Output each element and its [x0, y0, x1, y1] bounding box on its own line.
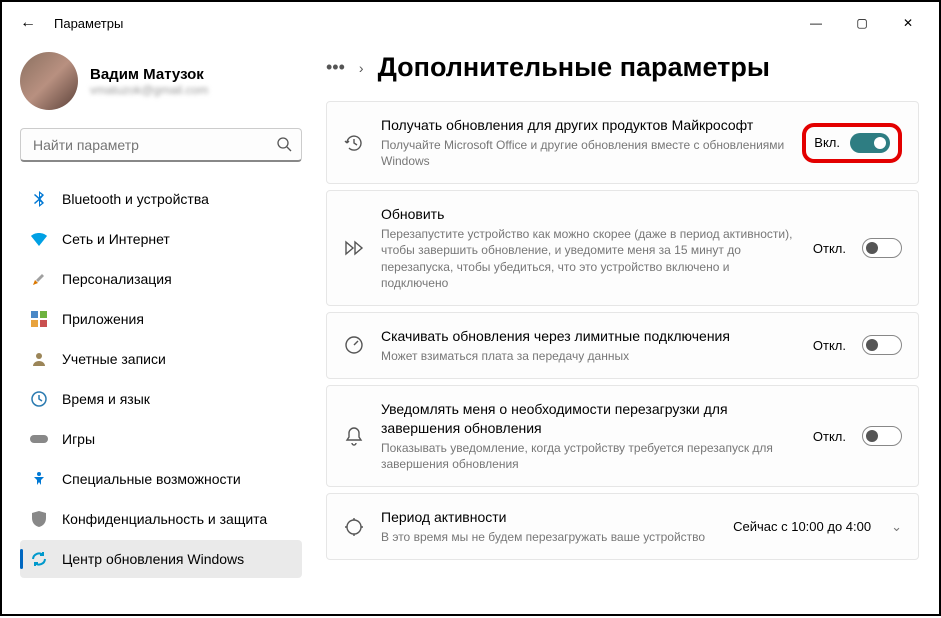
time-icon: [30, 390, 48, 408]
search-icon: [276, 136, 292, 157]
account-icon: [30, 350, 48, 368]
setting-card-metered: Скачивать обновления через лимитные подк…: [326, 312, 919, 379]
toggle-switch[interactable]: [862, 426, 902, 446]
sidebar-item-label: Центр обновления Windows: [62, 551, 244, 567]
chevron-right-icon: ›: [359, 60, 364, 76]
active-hours-icon: [343, 516, 365, 538]
sidebar-item-gaming[interactable]: Игры: [20, 420, 302, 458]
setting-subtitle: Получайте Microsoft Office и другие обно…: [381, 137, 786, 169]
sidebar-item-apps[interactable]: Приложения: [20, 300, 302, 338]
sidebar-item-label: Конфиденциальность и защита: [62, 511, 267, 527]
sidebar-item-accessibility[interactable]: Специальные возможности: [20, 460, 302, 498]
apps-icon: [30, 310, 48, 328]
setting-subtitle: В это время мы не будем перезагружать ва…: [381, 529, 717, 545]
toggle-state-label: Откл.: [813, 429, 846, 444]
avatar: [20, 52, 78, 110]
maximize-button[interactable]: ▢: [839, 7, 885, 39]
sidebar-item-personalization[interactable]: Персонализация: [20, 260, 302, 298]
main-content: ••• › Дополнительные параметры Получать …: [312, 44, 939, 618]
toggle-state-label: Откл.: [813, 241, 846, 256]
brush-icon: [30, 270, 48, 288]
setting-title: Обновить: [381, 205, 797, 224]
bluetooth-icon: [30, 190, 48, 208]
close-button[interactable]: ✕: [885, 7, 931, 39]
window-controls: — ▢ ✕: [793, 7, 931, 39]
update-icon: [30, 550, 48, 568]
active-hours-value: Сейчас с 10:00 до 4:00: [733, 519, 871, 534]
sidebar-item-label: Приложения: [62, 311, 144, 327]
toggle-switch[interactable]: [862, 335, 902, 355]
toggle-switch[interactable]: [862, 238, 902, 258]
window-title: Параметры: [54, 16, 123, 31]
setting-card-notify-restart: Уведомлять меня о необходимости перезагр…: [326, 385, 919, 487]
setting-title: Получать обновления для других продуктов…: [381, 116, 786, 135]
search-input[interactable]: [20, 128, 302, 162]
user-email: vmatuzok@gmail.com: [90, 83, 208, 97]
setting-title: Уведомлять меня о необходимости перезагр…: [381, 400, 797, 438]
breadcrumb-overflow[interactable]: •••: [326, 57, 345, 78]
sidebar-item-label: Специальные возможности: [62, 471, 241, 487]
shield-icon: [30, 510, 48, 528]
wifi-icon: [30, 230, 48, 248]
page-title: Дополнительные параметры: [378, 52, 770, 83]
setting-card-update-asap: Обновить Перезапустите устройство как мо…: [326, 190, 919, 306]
setting-title: Период активности: [381, 508, 717, 527]
nav-list: Bluetooth и устройства Сеть и Интернет П…: [20, 180, 302, 578]
sidebar: Вадим Матузок vmatuzok@gmail.com Bluetoo…: [2, 44, 312, 618]
search-wrap: [20, 128, 302, 162]
accessibility-icon: [30, 470, 48, 488]
sidebar-item-label: Игры: [62, 431, 95, 447]
sidebar-item-label: Bluetooth и устройства: [62, 191, 209, 207]
sidebar-item-network[interactable]: Сеть и Интернет: [20, 220, 302, 258]
sidebar-item-privacy[interactable]: Конфиденциальность и защита: [20, 500, 302, 538]
toggle-state-label: Вкл.: [814, 135, 840, 150]
setting-subtitle: Показывать уведомление, когда устройству…: [381, 440, 797, 472]
sidebar-item-bluetooth[interactable]: Bluetooth и устройства: [20, 180, 302, 218]
setting-subtitle: Может взиматься плата за передачу данных: [381, 348, 797, 364]
titlebar: ← Параметры — ▢ ✕: [2, 2, 939, 44]
setting-card-other-products: Получать обновления для других продуктов…: [326, 101, 919, 184]
sidebar-item-windows-update[interactable]: Центр обновления Windows: [20, 540, 302, 578]
back-button[interactable]: ←: [10, 5, 46, 41]
meter-icon: [343, 334, 365, 356]
toggle-switch[interactable]: [850, 133, 890, 153]
bell-icon: [343, 425, 365, 447]
chevron-down-icon: ⌄: [891, 519, 902, 535]
user-profile[interactable]: Вадим Матузок vmatuzok@gmail.com: [20, 52, 302, 110]
user-name: Вадим Матузок: [90, 66, 208, 83]
toggle-state-label: Откл.: [813, 338, 846, 353]
sidebar-item-label: Персонализация: [62, 271, 172, 287]
fast-forward-icon: [343, 237, 365, 259]
setting-title: Скачивать обновления через лимитные подк…: [381, 327, 797, 346]
setting-card-active-hours[interactable]: Период активности В это время мы не буде…: [326, 493, 919, 560]
minimize-button[interactable]: —: [793, 7, 839, 39]
sidebar-item-time-language[interactable]: Время и язык: [20, 380, 302, 418]
sidebar-item-label: Учетные записи: [62, 351, 166, 367]
sidebar-item-label: Сеть и Интернет: [62, 231, 170, 247]
page-header: ••• › Дополнительные параметры: [326, 52, 919, 83]
games-icon: [30, 430, 48, 448]
highlight-annotation: Вкл.: [802, 123, 902, 163]
setting-subtitle: Перезапустите устройство как можно скоре…: [381, 226, 797, 291]
sidebar-item-accounts[interactable]: Учетные записи: [20, 340, 302, 378]
history-icon: [343, 132, 365, 154]
sidebar-item-label: Время и язык: [62, 391, 150, 407]
